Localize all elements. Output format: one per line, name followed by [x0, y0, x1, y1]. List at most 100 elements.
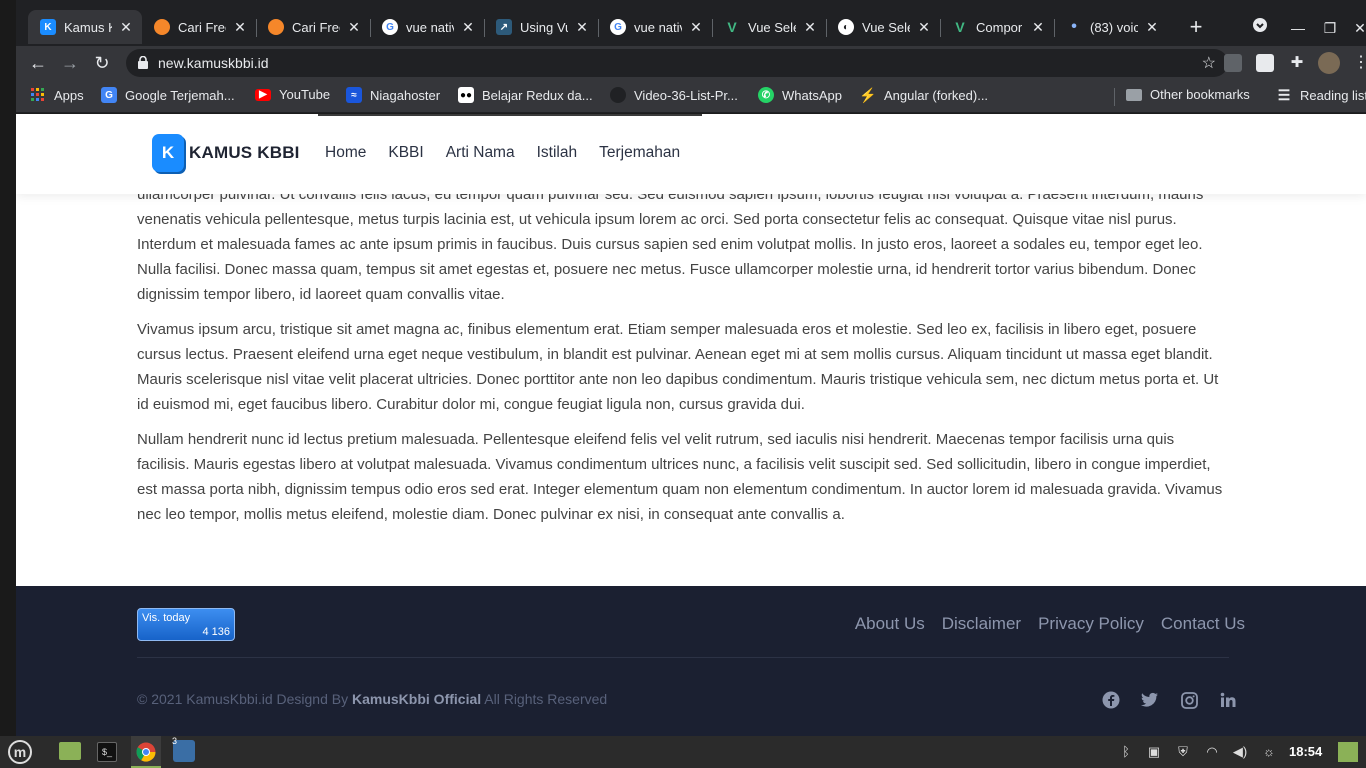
- tab-component[interactable]: V Compor ✕: [940, 10, 1054, 44]
- nav-terjemahan[interactable]: Terjemahan: [599, 144, 680, 162]
- tab-voice[interactable]: • (83) voic ✕: [1054, 10, 1168, 44]
- minimize-button[interactable]: —: [1284, 14, 1312, 42]
- nav-home[interactable]: Home: [325, 144, 366, 162]
- wifi-icon[interactable]: ◠: [1204, 744, 1220, 760]
- site-logo[interactable]: K KAMUS KBBI: [152, 134, 300, 172]
- divider: [318, 114, 702, 116]
- reload-button[interactable]: ↻: [89, 50, 115, 76]
- footer-link-disclaimer[interactable]: Disclaimer: [942, 614, 1021, 634]
- screenshot-app-icon[interactable]: 3: [172, 736, 195, 762]
- close-tab-icon[interactable]: ✕: [802, 19, 818, 36]
- visitor-value: 4 136: [202, 626, 230, 638]
- reading-list-icon: ☰: [1277, 86, 1291, 103]
- twitter-icon[interactable]: [1141, 691, 1159, 709]
- youtube-icon: ▶: [255, 88, 271, 101]
- tab-vue-select-2[interactable]: ◐ Vue Sele ✕: [826, 10, 940, 44]
- close-tab-icon[interactable]: ✕: [460, 19, 476, 36]
- new-tab-button[interactable]: +: [1182, 14, 1210, 42]
- paragraph: Nullam hendrerit nunc id lectus pretium …: [137, 431, 1223, 523]
- bookmark-youtube[interactable]: ▶ YouTube: [255, 87, 330, 102]
- address-bar[interactable]: new.kamuskbbi.id ☆: [126, 49, 1228, 77]
- tab-title: Cari Free: [292, 19, 340, 35]
- maximize-button[interactable]: ❐: [1316, 14, 1344, 42]
- extension-shield-icon[interactable]: [1224, 54, 1242, 72]
- whatsapp-icon: ✆: [758, 87, 774, 103]
- back-button[interactable]: ←: [25, 50, 51, 76]
- nav-arti-nama[interactable]: Arti Nama: [446, 144, 515, 162]
- clock[interactable]: 18:54: [1289, 744, 1322, 759]
- tab-kamus-kbbi[interactable]: K Kamus K ✕: [28, 10, 142, 44]
- url-text: new.kamuskbbi.id: [158, 55, 269, 71]
- brightness-icon[interactable]: ☼: [1261, 744, 1277, 760]
- bookmark-redux[interactable]: ●● Belajar Redux da...: [458, 87, 593, 103]
- footer-link-privacy[interactable]: Privacy Policy: [1038, 614, 1144, 634]
- tab-title: vue nativ: [406, 19, 454, 35]
- tab-cari-free-2[interactable]: Cari Free ✕: [256, 10, 370, 44]
- close-tab-icon[interactable]: ✕: [1030, 19, 1046, 36]
- chrome-icon: [136, 742, 156, 762]
- bookmark-other[interactable]: Other bookmarks: [1126, 87, 1250, 102]
- footer-link-about[interactable]: About Us: [855, 614, 925, 634]
- linkedin-icon[interactable]: [1219, 691, 1237, 709]
- paragraph: ullamcorper pulvinar. Ut convallis felis…: [137, 186, 1204, 303]
- window-count-badge: 3: [172, 736, 178, 746]
- copyright-brand-link[interactable]: KamusKbbi Official: [352, 691, 481, 707]
- bookmark-video[interactable]: Video-36-List-Pr...: [610, 87, 738, 103]
- folder-icon[interactable]: [59, 742, 81, 760]
- instagram-icon[interactable]: [1180, 691, 1198, 709]
- kamus-kbbi-favicon-icon: K: [40, 19, 56, 35]
- more-menu-icon[interactable]: ⋮: [1352, 54, 1366, 72]
- bookmark-whatsapp[interactable]: ✆ WhatsApp: [758, 87, 842, 103]
- close-tab-icon[interactable]: ✕: [1144, 19, 1160, 36]
- close-tab-icon[interactable]: ✕: [688, 19, 704, 36]
- tab-using-vue[interactable]: ↗ Using Vu ✕: [484, 10, 598, 44]
- footer-link-contact[interactable]: Contact Us: [1161, 614, 1245, 634]
- close-tab-icon[interactable]: ✕: [574, 19, 590, 36]
- bookmark-apps[interactable]: Apps: [30, 87, 84, 103]
- site-header: K KAMUS KBBI Home KBBI Arti Nama Istilah…: [16, 114, 1366, 194]
- clipboard-icon[interactable]: ▣: [1146, 744, 1162, 760]
- tab-search-button[interactable]: [1246, 14, 1274, 42]
- show-desktop-button[interactable]: [1338, 742, 1358, 762]
- visitor-counter[interactable]: Vis. today 4 136: [137, 608, 235, 641]
- terminal-icon[interactable]: $_: [97, 742, 117, 762]
- close-window-button[interactable]: ✕: [1346, 14, 1366, 42]
- puzzle-icon[interactable]: ✚: [1288, 54, 1306, 72]
- mint-menu-icon[interactable]: m: [8, 740, 32, 764]
- tab-vue-native-1[interactable]: G vue nativ ✕: [370, 10, 484, 44]
- forward-button[interactable]: →: [57, 50, 83, 76]
- avatar[interactable]: [1318, 52, 1340, 74]
- tab-vue-native-2[interactable]: G vue nativ ✕: [598, 10, 712, 44]
- close-tab-icon[interactable]: ✕: [232, 19, 248, 36]
- extension-note-icon[interactable]: [1256, 54, 1274, 72]
- bookmark-star-icon[interactable]: ☆: [1202, 53, 1216, 73]
- nav-istilah[interactable]: Istilah: [537, 144, 578, 162]
- paragraph: Vivamus ipsum arcu, tristique sit amet m…: [137, 321, 1219, 413]
- footer-divider: [137, 657, 1229, 658]
- tab-cari-free-1[interactable]: Cari Free ✕: [142, 10, 256, 44]
- shield-icon[interactable]: ⛨: [1175, 744, 1191, 760]
- folder-icon: [1126, 88, 1142, 101]
- bookmarks-bar: Apps G Google Terjemah... ▶ YouTube ≈ Ni…: [16, 80, 1366, 113]
- nav-kbbi[interactable]: KBBI: [388, 144, 423, 162]
- tab-vue-select-1[interactable]: V Vue Sele ✕: [712, 10, 826, 44]
- bookmark-niagahoster[interactable]: ≈ Niagahoster: [346, 87, 440, 103]
- bookmark-reading-list[interactable]: ☰ Reading list: [1276, 87, 1366, 103]
- close-tab-icon[interactable]: ✕: [118, 19, 134, 36]
- close-tab-icon[interactable]: ✕: [916, 19, 932, 36]
- browser-toolbar: ← → ↻ new.kamuskbbi.id ☆ ✚ ⋮: [16, 46, 1366, 80]
- bookmark-label: YouTube: [279, 87, 331, 102]
- bookmark-label: WhatsApp: [782, 87, 842, 103]
- browser-tab-bar: K Kamus K ✕ Cari Free ✕ Cari Free ✕ G vu…: [16, 0, 1366, 46]
- niagahoster-icon: ≈: [346, 87, 362, 103]
- bluetooth-icon[interactable]: ᛒ: [1118, 744, 1134, 760]
- bookmark-label: Niagahoster: [370, 87, 441, 103]
- chrome-taskbar-button[interactable]: [131, 736, 161, 768]
- volume-icon[interactable]: ◀): [1232, 744, 1248, 760]
- facebook-icon[interactable]: [1102, 691, 1120, 709]
- bookmark-angular[interactable]: ⚡ Angular (forked)...: [859, 87, 988, 103]
- close-tab-icon[interactable]: ✕: [346, 19, 362, 36]
- bookmark-google-translate[interactable]: G Google Terjemah...: [101, 87, 235, 103]
- visitor-label: Vis. today: [142, 612, 191, 624]
- tab-title: Compor: [976, 19, 1023, 35]
